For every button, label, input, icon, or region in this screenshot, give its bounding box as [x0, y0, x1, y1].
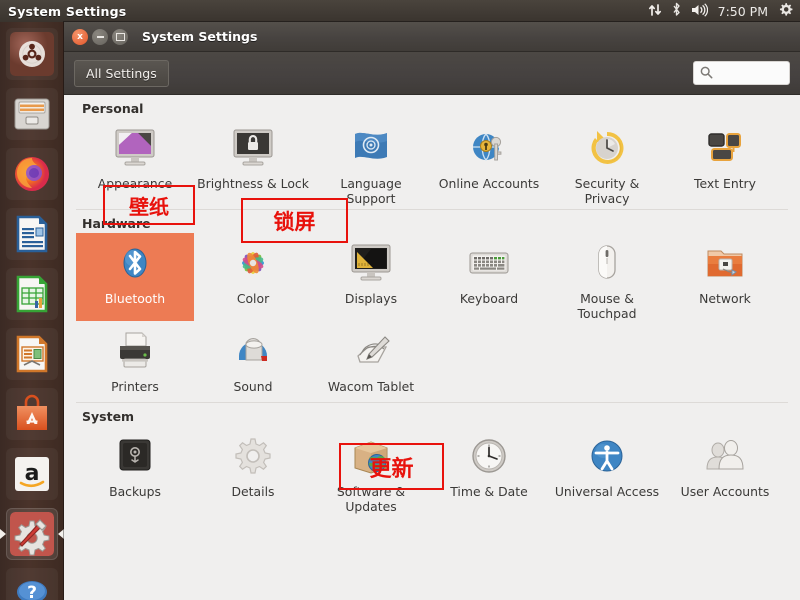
launcher-item-files[interactable]: [6, 88, 58, 140]
settings-item-label: Online Accounts: [438, 176, 540, 191]
settings-item-label: Security & Privacy: [574, 176, 640, 206]
window-close-button[interactable]: x: [72, 28, 88, 45]
settings-item-label: Brightness & Lock: [197, 176, 309, 191]
annotation-wallpaper: 壁纸: [103, 185, 195, 225]
launcher-item-ubuntu-software[interactable]: [6, 388, 58, 440]
gear-icon[interactable]: [778, 2, 793, 21]
printers-icon: [111, 328, 159, 376]
settings-item-label: Universal Access: [554, 484, 660, 499]
settings-item-text-entry[interactable]: Text Entry: [666, 118, 784, 206]
settings-item-label: Bluetooth: [104, 291, 166, 306]
settings-item-backups[interactable]: Backups: [76, 426, 194, 514]
language-support-icon: [347, 125, 395, 173]
settings-item-label: Color: [236, 291, 270, 306]
mouse-touchpad-icon: [583, 240, 631, 288]
window-title: System Settings: [142, 29, 258, 44]
sound-icon: [229, 328, 277, 376]
launcher-item-system-settings[interactable]: [0, 508, 64, 560]
settings-item-online-accounts[interactable]: Online Accounts: [430, 118, 548, 206]
time-date-icon: [465, 433, 513, 481]
settings-item-label: Backups: [109, 484, 161, 499]
details-icon: [229, 433, 277, 481]
search-icon: [700, 64, 713, 83]
settings-item-label: Wacom Tablet: [327, 379, 415, 394]
settings-item-label: Mouse & Touchpad: [577, 291, 637, 321]
settings-item-security-privacy[interactable]: Security & Privacy: [548, 118, 666, 206]
settings-item-language-support[interactable]: Language Support: [312, 118, 430, 206]
section-title-personal: Personal: [82, 101, 144, 116]
security-privacy-icon: [583, 125, 631, 173]
settings-item-network[interactable]: Network: [666, 233, 784, 321]
settings-item-printers[interactable]: Printers: [76, 321, 194, 399]
settings-item-color[interactable]: Color: [194, 233, 312, 321]
network-transfer-icon[interactable]: [648, 2, 662, 21]
brightness-lock-icon: [229, 125, 277, 173]
backups-icon: [111, 433, 159, 481]
bluetooth-icon: [111, 240, 159, 288]
launcher-item-amazon[interactable]: a: [6, 448, 58, 500]
search-box[interactable]: [693, 61, 790, 85]
keyboard-icon: [465, 240, 513, 288]
settings-item-wacom-tablet[interactable]: Wacom Tablet: [312, 321, 430, 399]
settings-item-label: Sound: [233, 379, 273, 394]
svg-text:a: a: [25, 461, 40, 486]
wacom-tablet-icon: [347, 328, 395, 376]
section-grid-hardware: Bluetooth Color Displays Keyboard Mouse …: [76, 233, 788, 399]
settings-item-keyboard[interactable]: Keyboard: [430, 233, 548, 321]
annotation-lock-screen: 锁屏: [241, 198, 348, 243]
settings-item-label: Displays: [344, 291, 398, 306]
launcher-item-libreoffice-calc[interactable]: [6, 268, 58, 320]
top-panel: System Settings 7:50 PM: [0, 0, 800, 22]
window-minimize-button[interactable]: [92, 28, 108, 45]
launcher-item-help[interactable]: ?: [6, 568, 58, 600]
search-input[interactable]: [717, 66, 783, 80]
settings-item-label: Text Entry: [694, 176, 756, 191]
settings-item-label: Printers: [111, 379, 159, 394]
universal-access-icon: [583, 433, 631, 481]
online-accounts-icon: [465, 125, 513, 173]
desktop: System Settings 7:50 PM a ? x System Set…: [0, 0, 800, 600]
text-entry-icon: [701, 125, 749, 173]
settings-item-displays[interactable]: Displays: [312, 233, 430, 321]
settings-item-bluetooth[interactable]: Bluetooth: [76, 233, 194, 321]
settings-item-label: Details: [231, 484, 275, 499]
window-maximize-button[interactable]: [112, 28, 128, 45]
settings-item-details[interactable]: Details: [194, 426, 312, 514]
all-settings-button[interactable]: All Settings: [74, 59, 169, 87]
user-accounts-icon: [701, 433, 749, 481]
settings-item-time-date[interactable]: Time & Date: [430, 426, 548, 514]
settings-item-brightness-lock[interactable]: Brightness & Lock: [194, 118, 312, 206]
color-icon: [229, 240, 277, 288]
settings-content: Personal Appearance Brightness & Lock La…: [64, 95, 800, 599]
panel-indicators: 7:50 PM: [648, 2, 800, 21]
network-icon: [701, 240, 749, 288]
volume-icon[interactable]: [691, 2, 708, 21]
svg-text:?: ?: [27, 583, 37, 600]
displays-icon: [347, 240, 395, 288]
panel-clock[interactable]: 7:50 PM: [717, 4, 769, 19]
panel-app-title[interactable]: System Settings: [8, 4, 126, 19]
unity-launcher: a ?: [0, 22, 64, 600]
launcher-item-ubuntu-dash[interactable]: [6, 28, 58, 80]
settings-item-user-accounts[interactable]: User Accounts: [666, 426, 784, 514]
appearance-icon: [111, 125, 159, 173]
settings-item-sound[interactable]: Sound: [194, 321, 312, 399]
annotation-update: 更新: [339, 443, 444, 490]
settings-item-label: Network: [699, 291, 751, 306]
settings-item-universal-access[interactable]: Universal Access: [548, 426, 666, 514]
launcher-item-libreoffice-writer[interactable]: [6, 208, 58, 260]
launcher-item-libreoffice-impress[interactable]: [6, 328, 58, 380]
bluetooth-icon[interactable]: [671, 2, 682, 21]
window-toolbar: All Settings: [64, 52, 800, 95]
system-settings-window: x System Settings All Settings Personal: [64, 22, 800, 600]
settings-item-mouse-touchpad[interactable]: Mouse & Touchpad: [548, 233, 666, 321]
window-titlebar[interactable]: x System Settings: [64, 22, 800, 52]
settings-item-label: Time & Date: [450, 484, 528, 499]
settings-item-label: Keyboard: [459, 291, 519, 306]
launcher-item-firefox[interactable]: [6, 148, 58, 200]
section-title-system: System: [82, 409, 135, 424]
settings-item-label: User Accounts: [680, 484, 770, 499]
